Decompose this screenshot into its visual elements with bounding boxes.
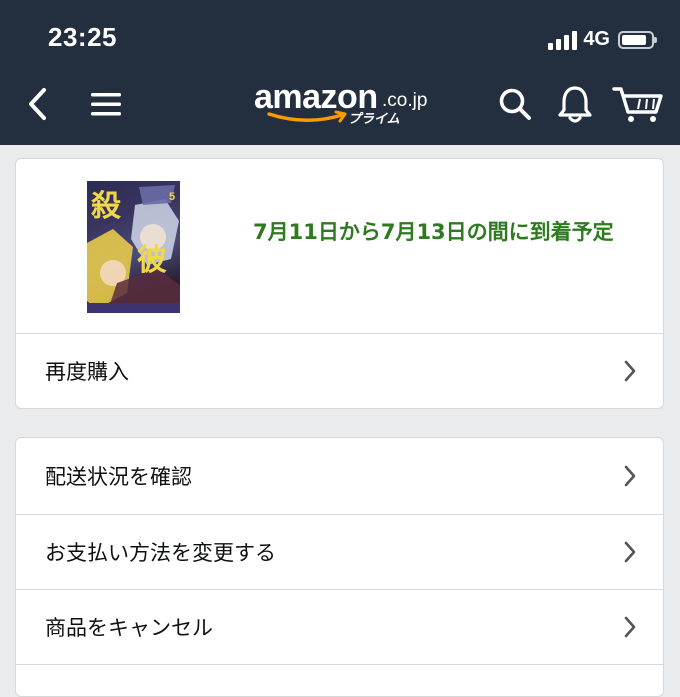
buy-again-row[interactable]: 再度購入 xyxy=(16,333,663,408)
back-button[interactable] xyxy=(22,82,52,126)
buy-again-label: 再度購入 xyxy=(45,360,129,384)
amazon-prime-logo[interactable]: amazon .co.jp プライム xyxy=(254,78,444,132)
change-payment-label: お支払い方法を変更する xyxy=(45,541,276,565)
chevron-right-icon xyxy=(624,616,636,638)
chevron-right-icon xyxy=(624,541,636,563)
logo-prime-text: プライム xyxy=(348,112,400,127)
hamburger-menu-icon xyxy=(91,93,121,116)
order-actions-card: 配送状況を確認 お支払い方法を変更する 商品をキャンセル xyxy=(15,437,664,697)
book-cover-image[interactable]: 殺 彼 5 xyxy=(87,181,180,313)
signal-strength-icon xyxy=(548,30,578,50)
next-action-row[interactable] xyxy=(16,664,663,696)
back-arrow-icon xyxy=(29,88,46,120)
bell-icon xyxy=(558,86,592,123)
status-indicators: 4G xyxy=(548,28,657,51)
track-package-label: 配送状況を確認 xyxy=(45,464,192,489)
change-payment-row[interactable]: お支払い方法を変更する xyxy=(16,514,663,589)
cover-title-char-2: 彼 xyxy=(137,243,167,278)
chevron-right-icon xyxy=(624,360,636,382)
cover-volume-number: 5 xyxy=(169,191,176,203)
cancel-item-row[interactable]: 商品をキャンセル xyxy=(16,589,663,664)
track-package-row[interactable]: 配送状況を確認 xyxy=(16,438,663,513)
order-card: 殺 彼 5 7月11日から7月13日の間に到着予定 再度購入 xyxy=(15,158,664,409)
delivery-estimate: 7月11日から7月13日の間に到着予定 xyxy=(253,220,614,244)
cart-button[interactable] xyxy=(612,82,664,126)
order-summary[interactable]: 殺 彼 5 7月11日から7月13日の間に到着予定 xyxy=(16,159,663,334)
menu-button[interactable] xyxy=(89,82,123,126)
search-button[interactable] xyxy=(496,82,534,126)
notifications-button[interactable] xyxy=(556,82,594,126)
network-type: 4G xyxy=(583,28,610,50)
battery-icon xyxy=(618,30,657,49)
status-time: 23:25 xyxy=(48,22,117,52)
smile-arrow-icon xyxy=(267,110,347,123)
search-icon xyxy=(499,88,531,120)
app-header: 23:25 4G amazon .co.jp プライム xyxy=(0,0,680,145)
cart-icon xyxy=(612,87,663,122)
battery-level xyxy=(622,34,646,45)
cover-title-char-1: 殺 xyxy=(91,189,121,224)
chevron-right-icon xyxy=(624,465,636,486)
cancel-item-label: 商品をキャンセル xyxy=(45,616,213,640)
